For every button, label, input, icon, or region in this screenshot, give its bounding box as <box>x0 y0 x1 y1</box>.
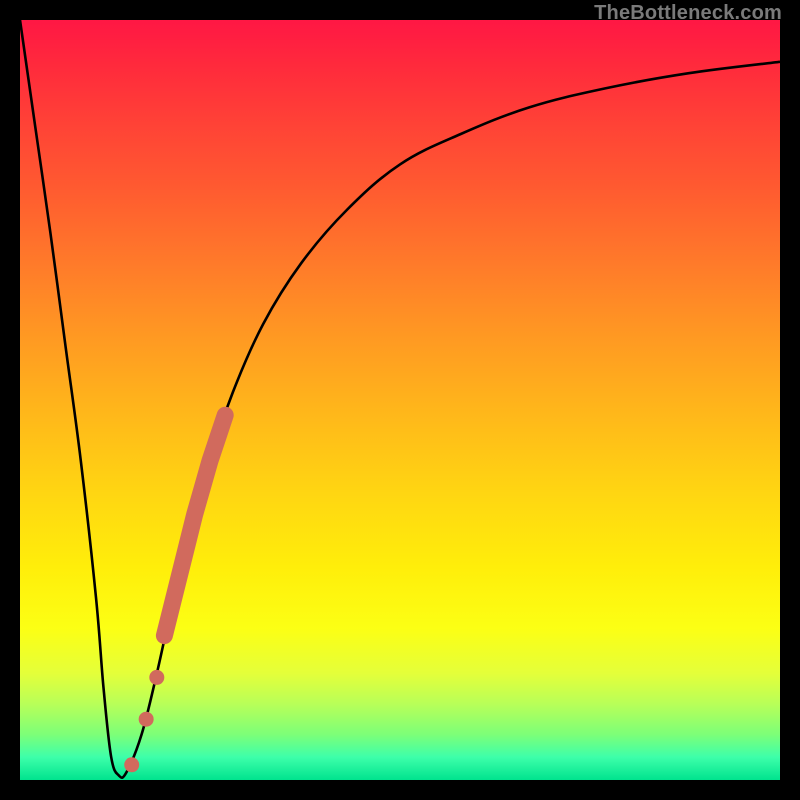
curve-group <box>20 20 780 778</box>
plot-area <box>20 20 780 780</box>
highlight-dot <box>124 757 139 772</box>
bottleneck-curve-path <box>20 20 780 778</box>
highlight-thick-segment <box>164 415 225 635</box>
curve-svg <box>20 20 780 780</box>
chart-frame: TheBottleneck.com <box>0 0 800 800</box>
highlight-dot <box>139 712 154 727</box>
highlight-dot <box>149 670 164 685</box>
highlight-dots <box>124 415 225 772</box>
